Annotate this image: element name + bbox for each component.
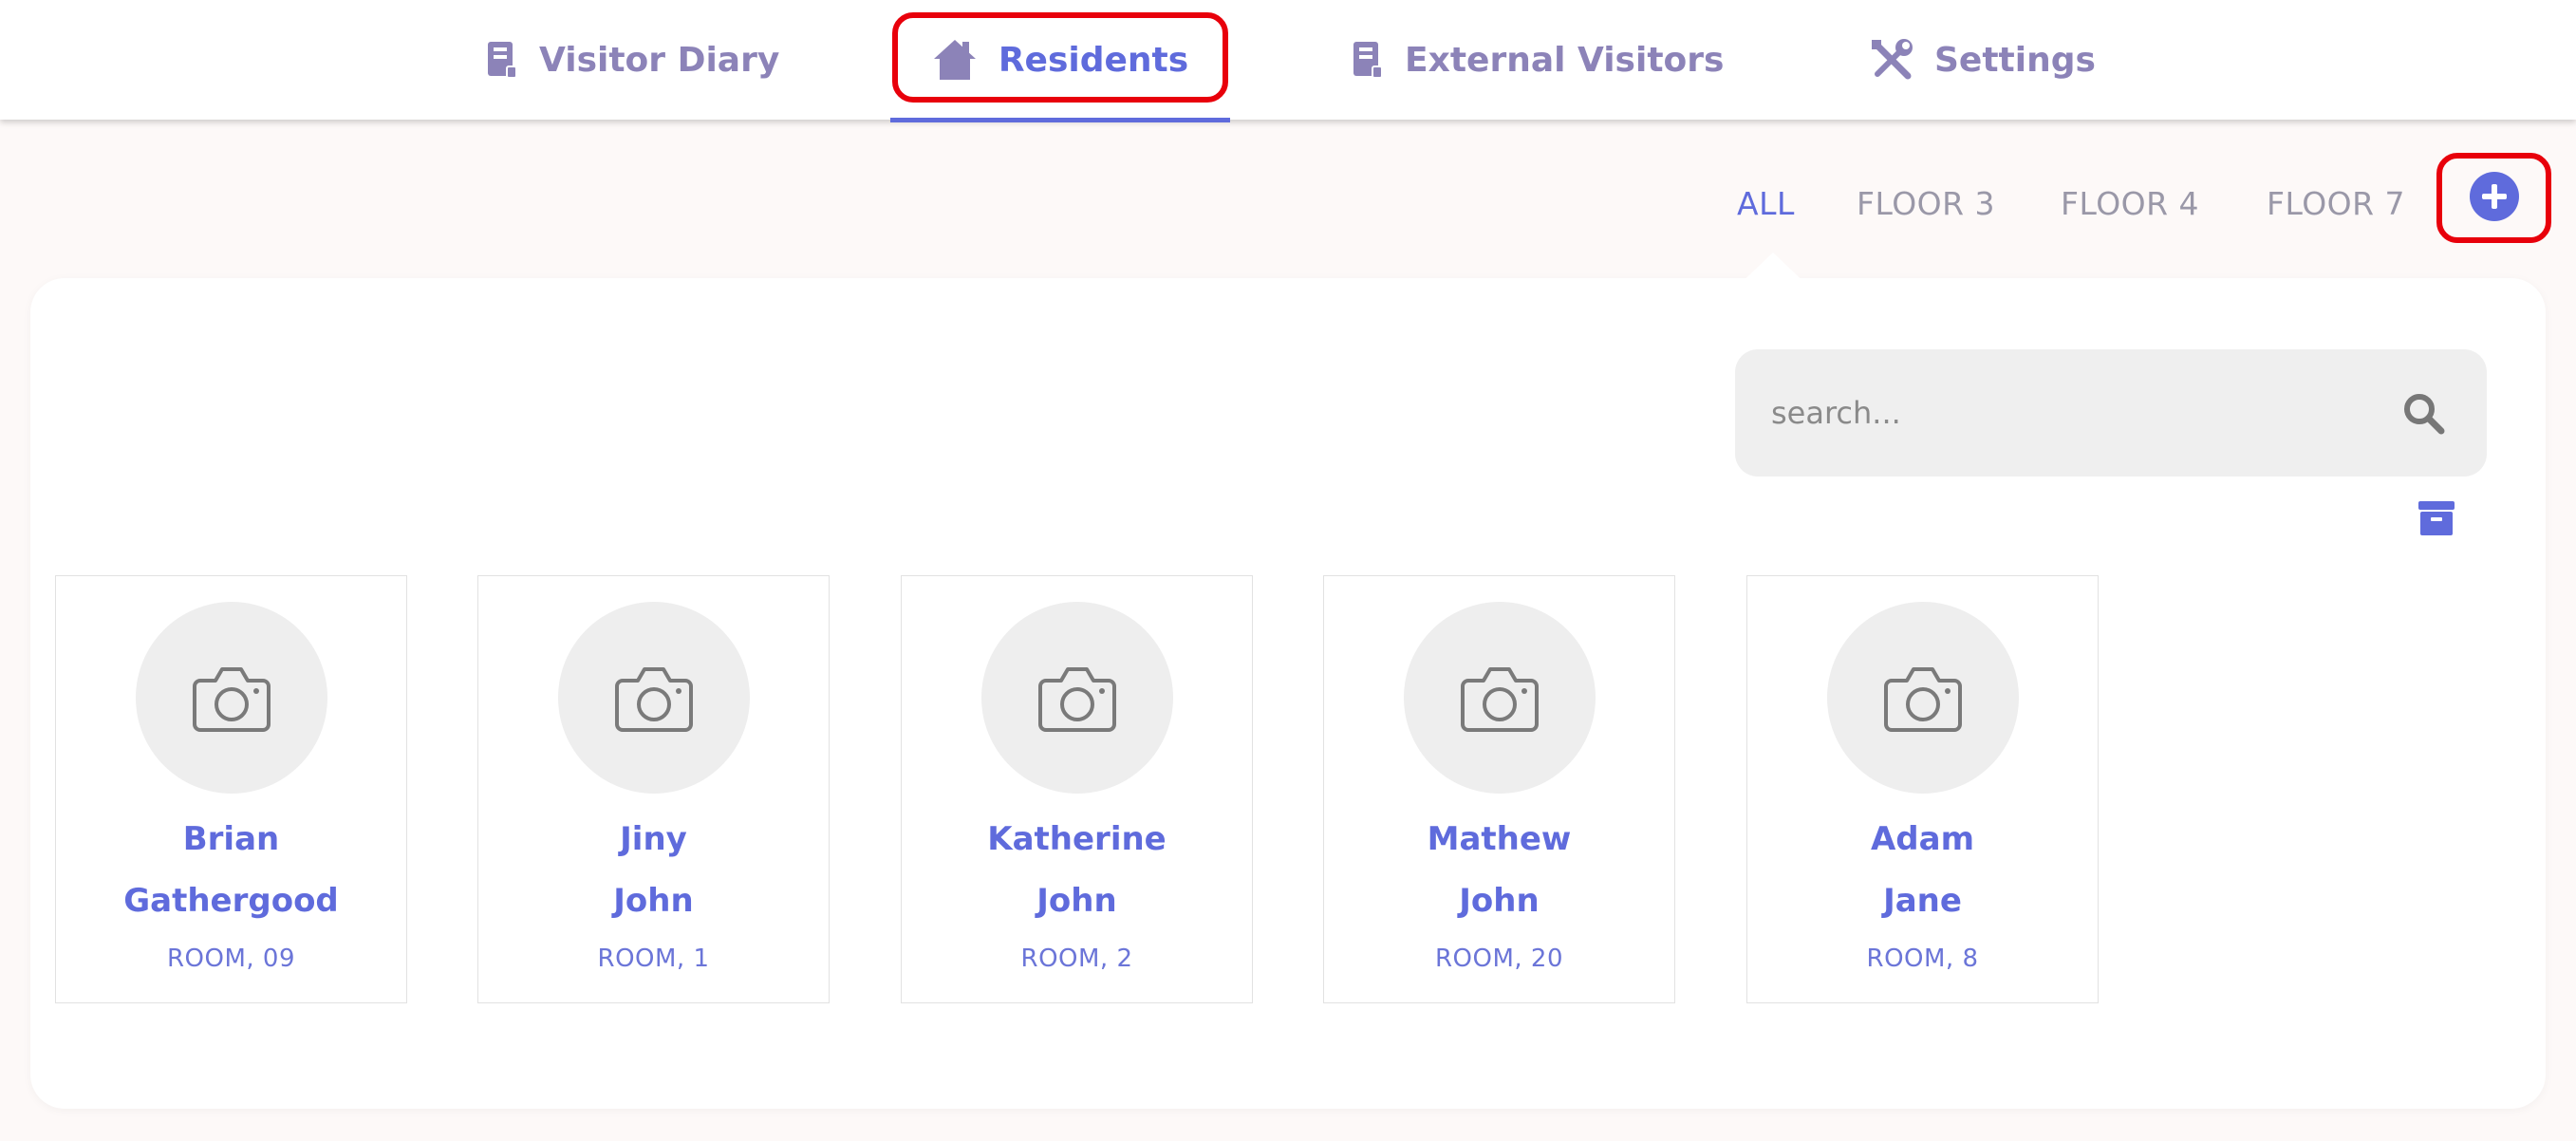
avatar [136,602,327,794]
tab-visitor-diary-label: Visitor Diary [539,40,780,80]
resident-room: ROOM, 2 [1020,945,1133,973]
filter-floor-7[interactable]: FLOOR 7 [2267,185,2405,222]
resident-card[interactable]: Brian Gathergood ROOM, 09 [55,575,407,1003]
search-box [1735,349,2487,477]
resident-card[interactable]: Katherine John ROOM, 2 [901,575,1253,1003]
resident-first-name: Katherine [987,820,1167,858]
tab-external-visitors-label: External Visitors [1405,40,1725,80]
avatar [1404,602,1596,794]
resident-first-name: Mathew [1427,820,1572,858]
book-icon [488,42,517,79]
filter-all[interactable]: ALL [1737,185,1795,222]
resident-room: ROOM, 8 [1866,945,1979,973]
active-tab-underline [890,118,1230,122]
camera-icon [615,667,693,732]
top-navbar: Visitor Diary Residents External Visitor… [0,0,2576,122]
book-icon [1353,42,1383,79]
tab-residents-label: Residents [998,40,1189,80]
search-input[interactable] [1771,349,2398,477]
filter-floor-3[interactable]: FLOOR 3 [1857,185,1995,222]
resident-last-name: John [613,882,694,920]
tab-residents[interactable]: Residents [890,0,1230,120]
tab-settings-label: Settings [1934,40,2096,80]
house-icon [933,40,976,80]
camera-icon [1884,667,1962,732]
resident-last-name: Jane [1883,882,1962,920]
tab-external-visitors[interactable]: External Visitors [1352,0,1724,120]
filter-pointer [1733,253,1813,290]
camera-icon [193,667,271,732]
resident-card[interactable]: Jiny John ROOM, 1 [477,575,830,1003]
tab-settings[interactable]: Settings [1870,0,2096,120]
resident-last-name: John [1459,882,1540,920]
resident-last-name: John [1036,882,1117,920]
add-resident-button[interactable] [2470,172,2519,221]
avatar [558,602,750,794]
resident-last-name: Gathergood [123,882,339,920]
tools-icon [1872,39,1913,80]
camera-icon [1038,667,1116,732]
filter-floor-4[interactable]: FLOOR 4 [2061,185,2199,222]
resident-room: ROOM, 09 [166,945,296,973]
resident-card[interactable]: Adam Jane ROOM, 8 [1746,575,2099,1003]
resident-room: ROOM, 20 [1434,945,1564,973]
resident-first-name: Jiny [620,820,687,858]
archive-icon[interactable] [2417,499,2455,537]
resident-room: ROOM, 1 [597,945,710,973]
resident-first-name: Adam [1870,820,1975,858]
search-icon[interactable] [2401,391,2447,437]
resident-card[interactable]: Mathew John ROOM, 20 [1323,575,1675,1003]
camera-icon [1461,667,1539,732]
avatar [1827,602,2019,794]
resident-first-name: Brian [182,820,280,858]
avatar [981,602,1173,794]
tab-visitor-diary[interactable]: Visitor Diary [486,0,779,120]
